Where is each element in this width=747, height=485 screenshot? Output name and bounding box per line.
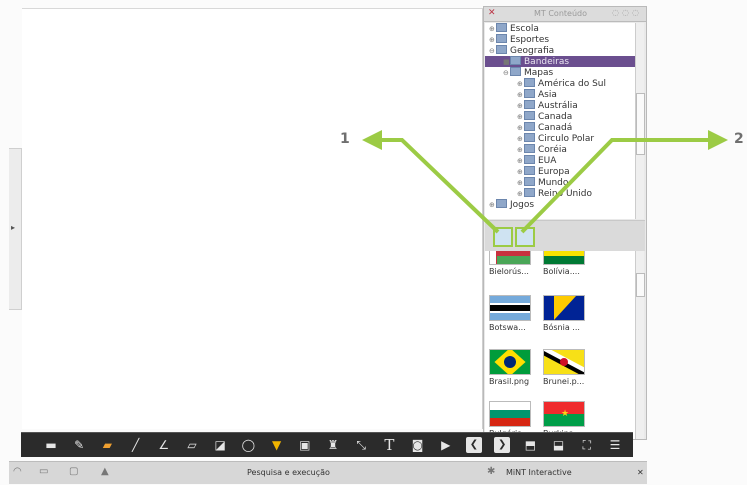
callout-arrows <box>362 130 728 234</box>
callout-arrow-2 <box>520 138 712 234</box>
callout-arrow-1 <box>377 138 500 234</box>
callout-arrowhead-1 <box>362 130 382 150</box>
callout-1: 1 <box>340 131 350 147</box>
callout-2: 2 <box>734 131 744 147</box>
callout-arrowhead-2 <box>708 130 728 150</box>
